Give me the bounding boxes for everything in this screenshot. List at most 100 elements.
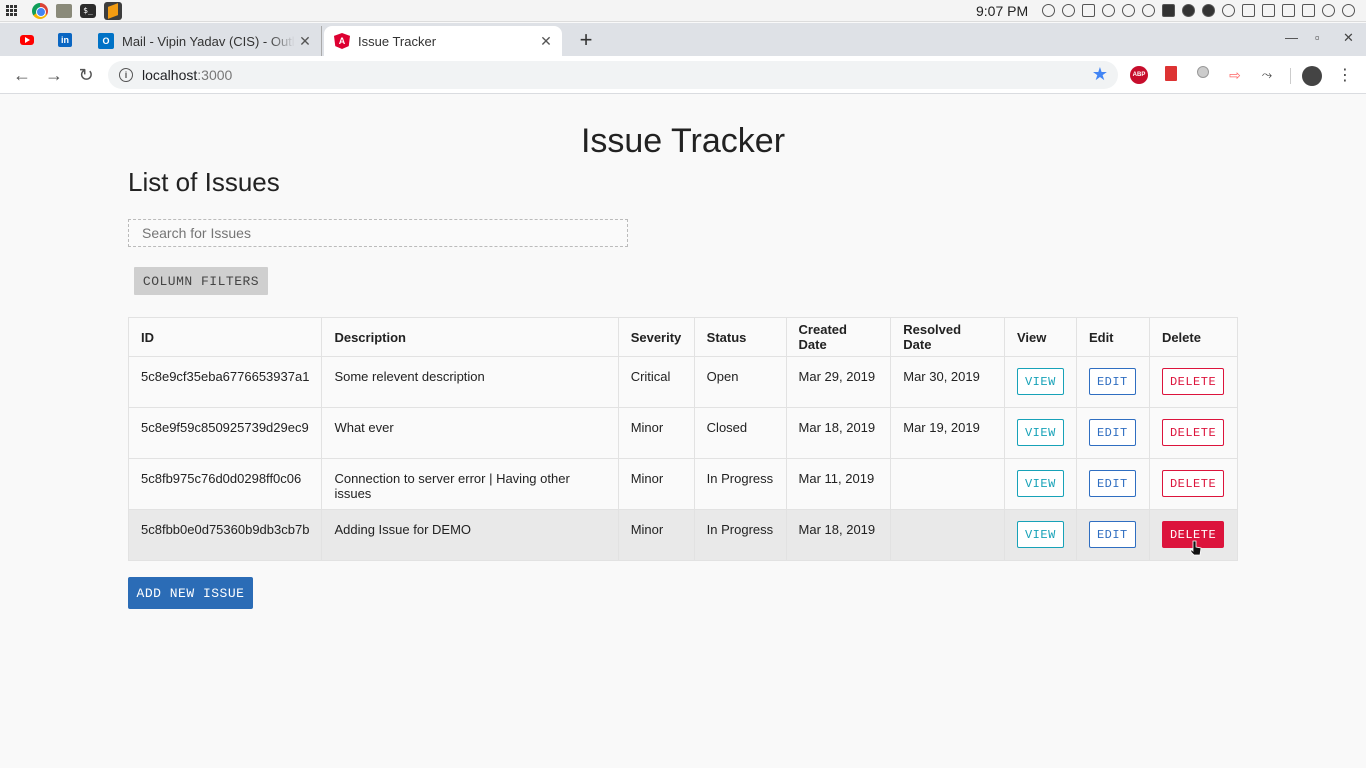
issue-severity: Minor — [617, 407, 695, 459]
browser-toolbar: ← → ↻ i localhost:3000 ★ ABP ⇨ ⤳ ⋮ — [0, 56, 1366, 94]
issue-created-date: Mar 11, 2019 — [785, 458, 892, 510]
issue-severity: Minor — [617, 509, 695, 561]
pinned-tab-linkedin[interactable]: in — [54, 29, 76, 51]
bookmark-star-icon[interactable]: ★ — [1092, 64, 1108, 85]
edit-button[interactable]: EDIT — [1088, 419, 1136, 446]
edit-button[interactable]: EDIT — [1088, 368, 1136, 395]
view-button[interactable]: VIEW — [1016, 368, 1064, 395]
os-top-bar: $_ 9:07 PM — [0, 0, 1366, 22]
volume-icon[interactable] — [1322, 4, 1335, 17]
minimize-icon[interactable]: — — [1285, 30, 1298, 45]
close-icon[interactable]: ✕ — [295, 33, 315, 50]
system-tray — [1042, 4, 1355, 17]
search-input[interactable] — [128, 219, 628, 247]
reload-icon[interactable]: ↻ — [74, 63, 98, 87]
tray-status-icon[interactable] — [1042, 4, 1055, 17]
delete-button[interactable]: DELETE — [1161, 419, 1225, 446]
issue-description: What ever — [321, 407, 619, 459]
issue-severity: Critical — [617, 356, 695, 408]
lightbulb-icon[interactable] — [1222, 4, 1235, 17]
new-tab-button[interactable]: + — [574, 28, 598, 52]
table-row: 5c8fbb0e0d75360b9db3cb7b Adding Issue fo… — [127, 509, 1239, 561]
tab-issue-tracker[interactable]: A Issue Tracker ✕ — [324, 26, 562, 56]
bluetooth-icon[interactable] — [1122, 4, 1135, 17]
issue-created-date: Mar 18, 2019 — [785, 407, 892, 459]
tab-title: Issue Tracker — [358, 33, 437, 49]
column-header[interactable]: Description — [321, 317, 619, 357]
extension-pin-icon[interactable]: ⤳ — [1258, 66, 1276, 84]
view-button[interactable]: VIEW — [1016, 470, 1064, 497]
keyboard-icon[interactable] — [1242, 4, 1255, 17]
issue-id: 5c8fbb0e0d75360b9db3cb7b — [127, 509, 323, 561]
column-header[interactable]: Created Date — [785, 317, 892, 357]
view-button[interactable]: VIEW — [1016, 419, 1064, 446]
url-text: localhost:3000 — [142, 67, 233, 83]
issue-id: 5c8e9cf35eba6776653937a1 — [127, 356, 323, 408]
back-icon[interactable]: ← — [10, 63, 34, 87]
pinned-tab-youtube[interactable] — [16, 29, 38, 51]
pause-icon[interactable] — [1062, 4, 1075, 17]
page-title: Issue Tracker — [580, 122, 786, 160]
close-icon[interactable]: ✕ — [536, 33, 556, 50]
issue-status: Closed — [693, 407, 787, 459]
column-filters-button[interactable]: COLUMN FILTERS — [134, 267, 268, 295]
edit-button[interactable]: EDIT — [1088, 470, 1136, 497]
maximize-icon[interactable]: ▫ — [1315, 30, 1320, 45]
linkedin-icon: in — [58, 33, 72, 47]
sublime-app-icon[interactable] — [104, 1, 122, 20]
profile-avatar[interactable] — [1302, 66, 1322, 86]
issue-id: 5c8e9f59c850925739d29ec9 — [127, 407, 323, 459]
forward-icon[interactable]: → — [42, 63, 66, 87]
dropbox-icon[interactable] — [1082, 4, 1095, 17]
angular-icon: A — [334, 33, 350, 49]
adblock-icon[interactable]: ABP — [1130, 66, 1148, 84]
tab-mail[interactable]: O Mail - Vipin Yadav (CIS) - Outlook ✕ — [88, 26, 322, 56]
issue-status: In Progress — [693, 509, 787, 561]
issue-description: Adding Issue for DEMO — [321, 509, 619, 561]
clock-icon[interactable] — [1102, 4, 1115, 17]
wifi-icon[interactable] — [1142, 4, 1155, 17]
record-extension-icon[interactable]: ⇨ — [1226, 66, 1244, 84]
tab-title: Mail - Vipin Yadav (CIS) - Outlook — [122, 33, 295, 49]
issue-status: Open — [693, 356, 787, 408]
mouse-pointer-icon — [1190, 540, 1202, 556]
issue-created-date: Mar 29, 2019 — [785, 356, 892, 408]
youtube-icon — [20, 35, 34, 45]
bookmark-extension-icon[interactable] — [1165, 66, 1177, 81]
issues-table: ID Description Severity Status Created D… — [127, 317, 1239, 561]
outlook-icon: O — [98, 33, 114, 49]
terminal-app-icon[interactable]: $_ — [80, 3, 96, 18]
column-header[interactable]: Resolved Date — [890, 317, 1005, 357]
delete-button[interactable]: DELETE — [1161, 470, 1225, 497]
issue-severity: Minor — [617, 458, 695, 510]
app-launcher-icon[interactable] — [0, 0, 22, 22]
clipboard-icon[interactable] — [1282, 4, 1295, 17]
chrome-app-icon[interactable] — [32, 2, 48, 19]
delete-button[interactable]: DELETE — [1161, 368, 1225, 395]
browser-tab-strip: in O Mail - Vipin Yadav (CIS) - Outlook … — [0, 23, 1366, 56]
view-button[interactable]: VIEW — [1016, 521, 1064, 548]
edit-button[interactable]: EDIT — [1088, 521, 1136, 548]
issue-description: Connection to server error | Having othe… — [321, 458, 619, 510]
issue-resolved-date: Mar 30, 2019 — [890, 356, 1005, 408]
add-new-issue-button[interactable]: ADD NEW ISSUE — [128, 577, 253, 609]
os-clock[interactable]: 9:07 PM — [976, 3, 1028, 19]
notes-icon[interactable] — [1302, 4, 1315, 17]
files-app-icon[interactable] — [56, 3, 72, 18]
column-header[interactable]: Status — [693, 317, 787, 357]
address-bar[interactable]: i localhost:3000 ★ — [108, 61, 1118, 89]
extension-circle-icon[interactable] — [1197, 66, 1209, 78]
issue-status: In Progress — [693, 458, 787, 510]
info-icon[interactable]: i — [119, 68, 133, 82]
battery-icon[interactable] — [1162, 4, 1175, 17]
window-close-icon[interactable]: ✕ — [1343, 30, 1354, 46]
chat-icon[interactable] — [1182, 4, 1195, 17]
issue-resolved-date: Mar 19, 2019 — [890, 407, 1005, 459]
issue-description: Some relevent description — [321, 356, 619, 408]
power-icon[interactable] — [1342, 4, 1355, 17]
column-header[interactable]: ID — [127, 317, 323, 357]
calendar-icon[interactable] — [1262, 4, 1275, 17]
column-header[interactable]: Severity — [617, 317, 695, 357]
menu-icon[interactable]: ⋮ — [1336, 66, 1354, 84]
download-icon[interactable] — [1202, 4, 1215, 17]
